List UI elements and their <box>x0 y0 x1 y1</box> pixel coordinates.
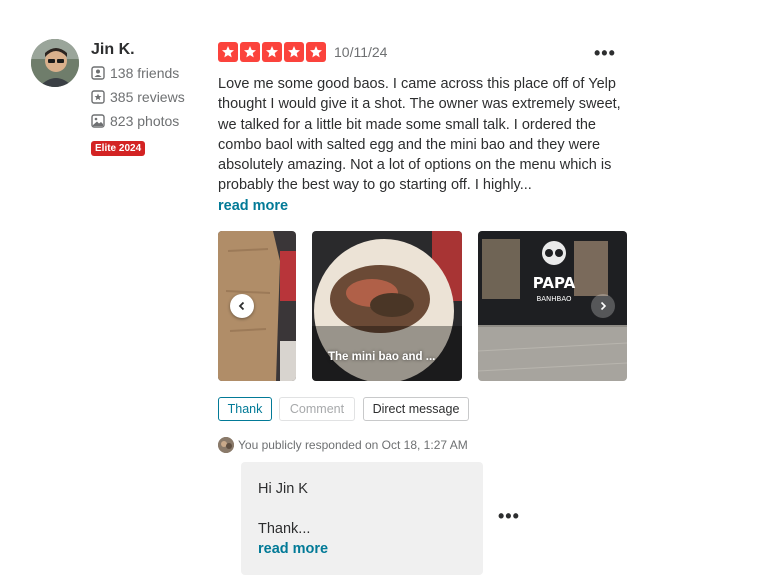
sign-text-banhbao: BANHBAO <box>536 295 572 303</box>
user-avatar[interactable] <box>31 39 79 87</box>
reviews-count: 385 reviews <box>110 89 185 105</box>
carousel-prev-button[interactable] <box>230 294 254 318</box>
photo-icon <box>91 114 105 128</box>
response-meta-text: You publicly responded on Oct 18, 1:27 A… <box>238 438 468 452</box>
star-rating <box>218 42 326 62</box>
thank-button[interactable]: Thank <box>218 397 272 421</box>
review-photo-2[interactable]: The mini bao and ... <box>312 231 462 381</box>
reply-more-options-icon[interactable]: ••• <box>498 507 520 525</box>
review-body: Love me some good baos. I came across th… <box>218 76 621 194</box>
review-read-more-link[interactable]: read more <box>218 198 288 214</box>
reply-read-more-link[interactable]: read more <box>258 539 466 559</box>
reply-body: Thank... <box>258 521 311 537</box>
review-date: 10/11/24 <box>334 44 388 60</box>
photos-stat: 823 photos <box>91 113 179 129</box>
friends-count: 138 friends <box>110 65 180 81</box>
reviews-stat: 385 reviews <box>91 89 185 105</box>
carousel-next-button[interactable] <box>591 294 615 318</box>
review-photo-1[interactable] <box>218 231 296 381</box>
business-avatar <box>218 437 234 453</box>
star-icon <box>306 42 326 62</box>
owner-reply-box: Hi Jin K Thank... read more <box>241 462 483 575</box>
chevron-right-icon <box>600 301 607 311</box>
review-text: Love me some good baos. I came across th… <box>218 74 636 216</box>
star-icon <box>284 42 304 62</box>
user-name[interactable]: Jin K. <box>91 41 135 59</box>
review-more-options-icon[interactable]: ••• <box>594 44 616 62</box>
chevron-left-icon <box>238 301 245 311</box>
comment-button[interactable]: Comment <box>279 397 355 421</box>
star-icon <box>218 42 238 62</box>
reply-greeting: Hi Jin K <box>258 481 308 497</box>
star-icon <box>262 42 282 62</box>
sign-text-papa: PAPA <box>533 274 576 292</box>
friends-stat: 138 friends <box>91 65 179 81</box>
photos-count: 823 photos <box>110 113 180 129</box>
star-icon <box>240 42 260 62</box>
elite-badge[interactable]: Elite 2024 <box>91 141 146 156</box>
photo-caption: The mini bao and ... <box>328 351 436 363</box>
friends-icon <box>91 66 105 80</box>
owner-response-meta: You publicly responded on Oct 18, 1:27 A… <box>218 437 468 453</box>
direct-message-button[interactable]: Direct message <box>363 397 469 421</box>
review-star-icon <box>91 90 105 104</box>
review-photo-3[interactable]: PAPA BANHBAO <box>478 231 627 381</box>
